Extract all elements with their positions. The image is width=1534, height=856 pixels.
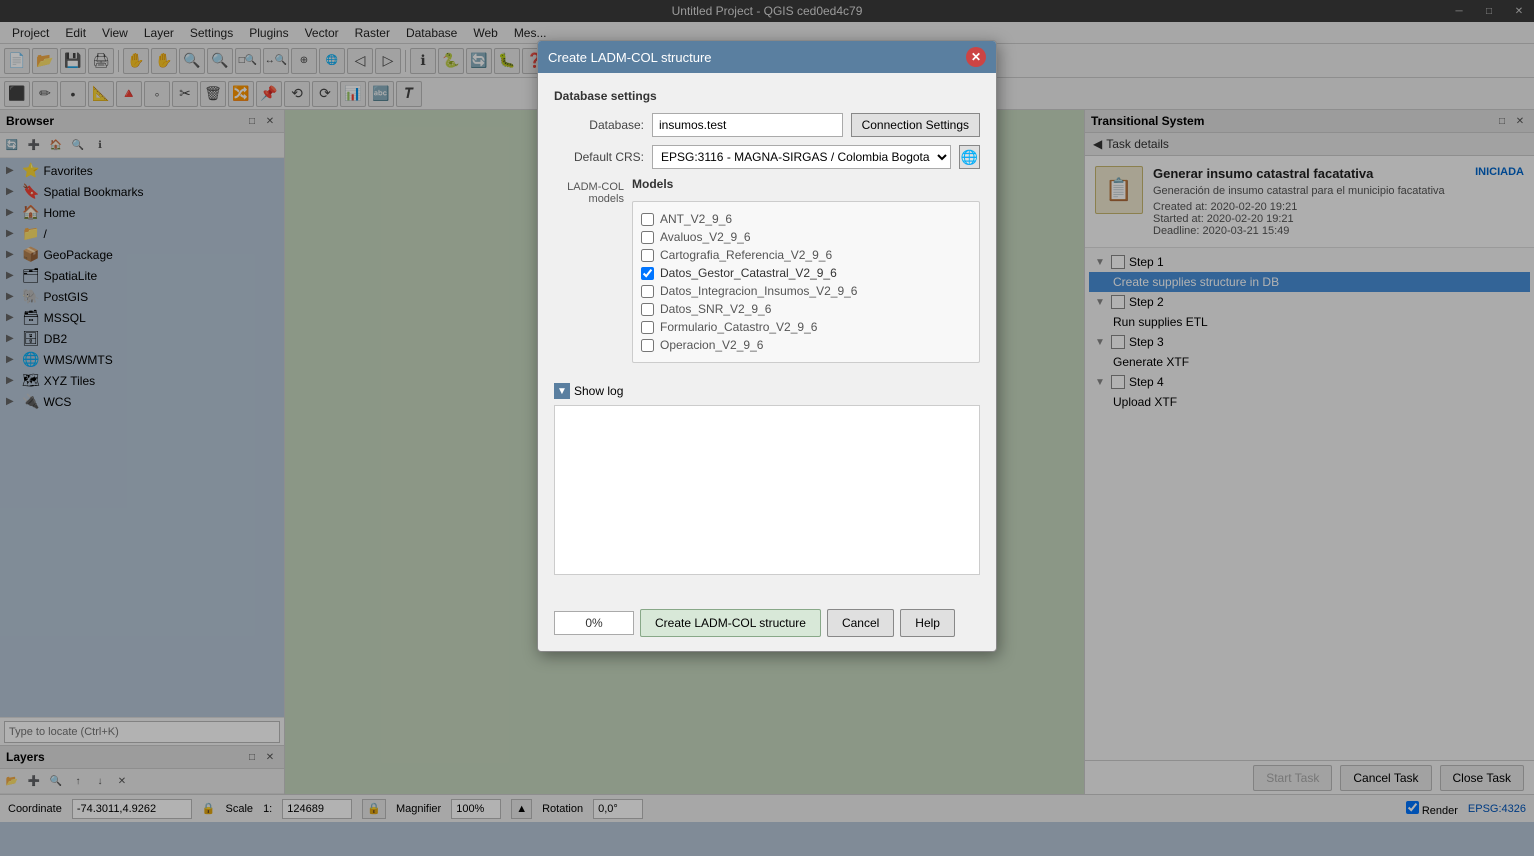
models-list: ANT_V2_9_6 Avaluos_V2_9_6 Cartografia_Re… — [641, 210, 971, 354]
model-item-datos-gestor: Datos_Gestor_Catastral_V2_9_6 — [641, 264, 971, 282]
db-label: Database: — [554, 118, 644, 132]
model-item-datos-snr: Datos_SNR_V2_9_6 — [641, 300, 971, 318]
model-formulario-checkbox[interactable] — [641, 321, 654, 334]
dialog-body: Database settings Database: Connection S… — [538, 73, 996, 601]
model-item-avaluos: Avaluos_V2_9_6 — [641, 228, 971, 246]
model-item-formulario: Formulario_Catastro_V2_9_6 — [641, 318, 971, 336]
model-item-cartografia: Cartografia_Referencia_V2_9_6 — [641, 246, 971, 264]
log-area — [554, 405, 980, 575]
dialog-title-bar: Create LADM-COL structure ✕ — [538, 41, 996, 73]
model-datos-gestor-label: Datos_Gestor_Catastral_V2_9_6 — [660, 266, 837, 280]
db-settings-header: Database settings — [554, 89, 980, 103]
cancel-btn[interactable]: Cancel — [827, 609, 894, 637]
db-row: Database: Connection Settings — [554, 113, 980, 137]
models-section: LADM-COL models Models ANT_V2_9_6 Avaluo… — [554, 177, 980, 373]
progress-text: 0% — [585, 616, 602, 630]
models-side-label: LADM-COL models — [554, 177, 624, 373]
model-ant-label: ANT_V2_9_6 — [660, 212, 732, 226]
dialog-title: Create LADM-COL structure — [548, 50, 712, 65]
show-log-label: Show log — [574, 384, 623, 398]
dialog-footer: 0% Create LADM-COL structure Cancel Help — [538, 601, 996, 651]
dialog-close-btn[interactable]: ✕ — [966, 47, 986, 67]
model-ant-checkbox[interactable] — [641, 213, 654, 226]
create-structure-btn[interactable]: Create LADM-COL structure — [640, 609, 821, 637]
model-datos-integracion-label: Datos_Integracion_Insumos_V2_9_6 — [660, 284, 857, 298]
model-datos-gestor-checkbox[interactable] — [641, 267, 654, 280]
model-operacion-label: Operacion_V2_9_6 — [660, 338, 763, 352]
model-datos-snr-checkbox[interactable] — [641, 303, 654, 316]
model-datos-integracion-checkbox[interactable] — [641, 285, 654, 298]
crs-picker-btn[interactable]: 🌐 — [959, 145, 980, 169]
model-item-datos-integracion: Datos_Integracion_Insumos_V2_9_6 — [641, 282, 971, 300]
model-datos-snr-label: Datos_SNR_V2_9_6 — [660, 302, 771, 316]
model-cartografia-label: Cartografia_Referencia_V2_9_6 — [660, 248, 832, 262]
model-item-operacion: Operacion_V2_9_6 — [641, 336, 971, 354]
model-cartografia-checkbox[interactable] — [641, 249, 654, 262]
crs-label: Default CRS: — [554, 150, 644, 164]
crs-row: Default CRS: EPSG:3116 - MAGNA-SIRGAS / … — [554, 145, 980, 169]
models-area: Models ANT_V2_9_6 Avaluos_V2_9_6 — [632, 177, 980, 373]
crs-select[interactable]: EPSG:3116 - MAGNA-SIRGAS / Colombia Bogo… — [652, 145, 951, 169]
model-item-ant: ANT_V2_9_6 — [641, 210, 971, 228]
model-operacion-checkbox[interactable] — [641, 339, 654, 352]
db-input[interactable] — [652, 113, 843, 137]
show-log-row: ▼ Show log — [554, 383, 980, 399]
help-dialog-btn[interactable]: Help — [900, 609, 955, 637]
dialog-overlay: Create LADM-COL structure ✕ Database set… — [0, 0, 1534, 856]
model-avaluos-label: Avaluos_V2_9_6 — [660, 230, 751, 244]
models-header: Models — [632, 177, 980, 191]
model-avaluos-checkbox[interactable] — [641, 231, 654, 244]
models-list-container: ANT_V2_9_6 Avaluos_V2_9_6 Cartografia_Re… — [632, 201, 980, 363]
connection-settings-btn[interactable]: Connection Settings — [851, 113, 980, 137]
show-log-toggle[interactable]: ▼ — [554, 383, 570, 399]
progress-bar: 0% — [554, 611, 634, 635]
model-formulario-label: Formulario_Catastro_V2_9_6 — [660, 320, 817, 334]
create-ladm-dialog: Create LADM-COL structure ✕ Database set… — [537, 40, 997, 652]
